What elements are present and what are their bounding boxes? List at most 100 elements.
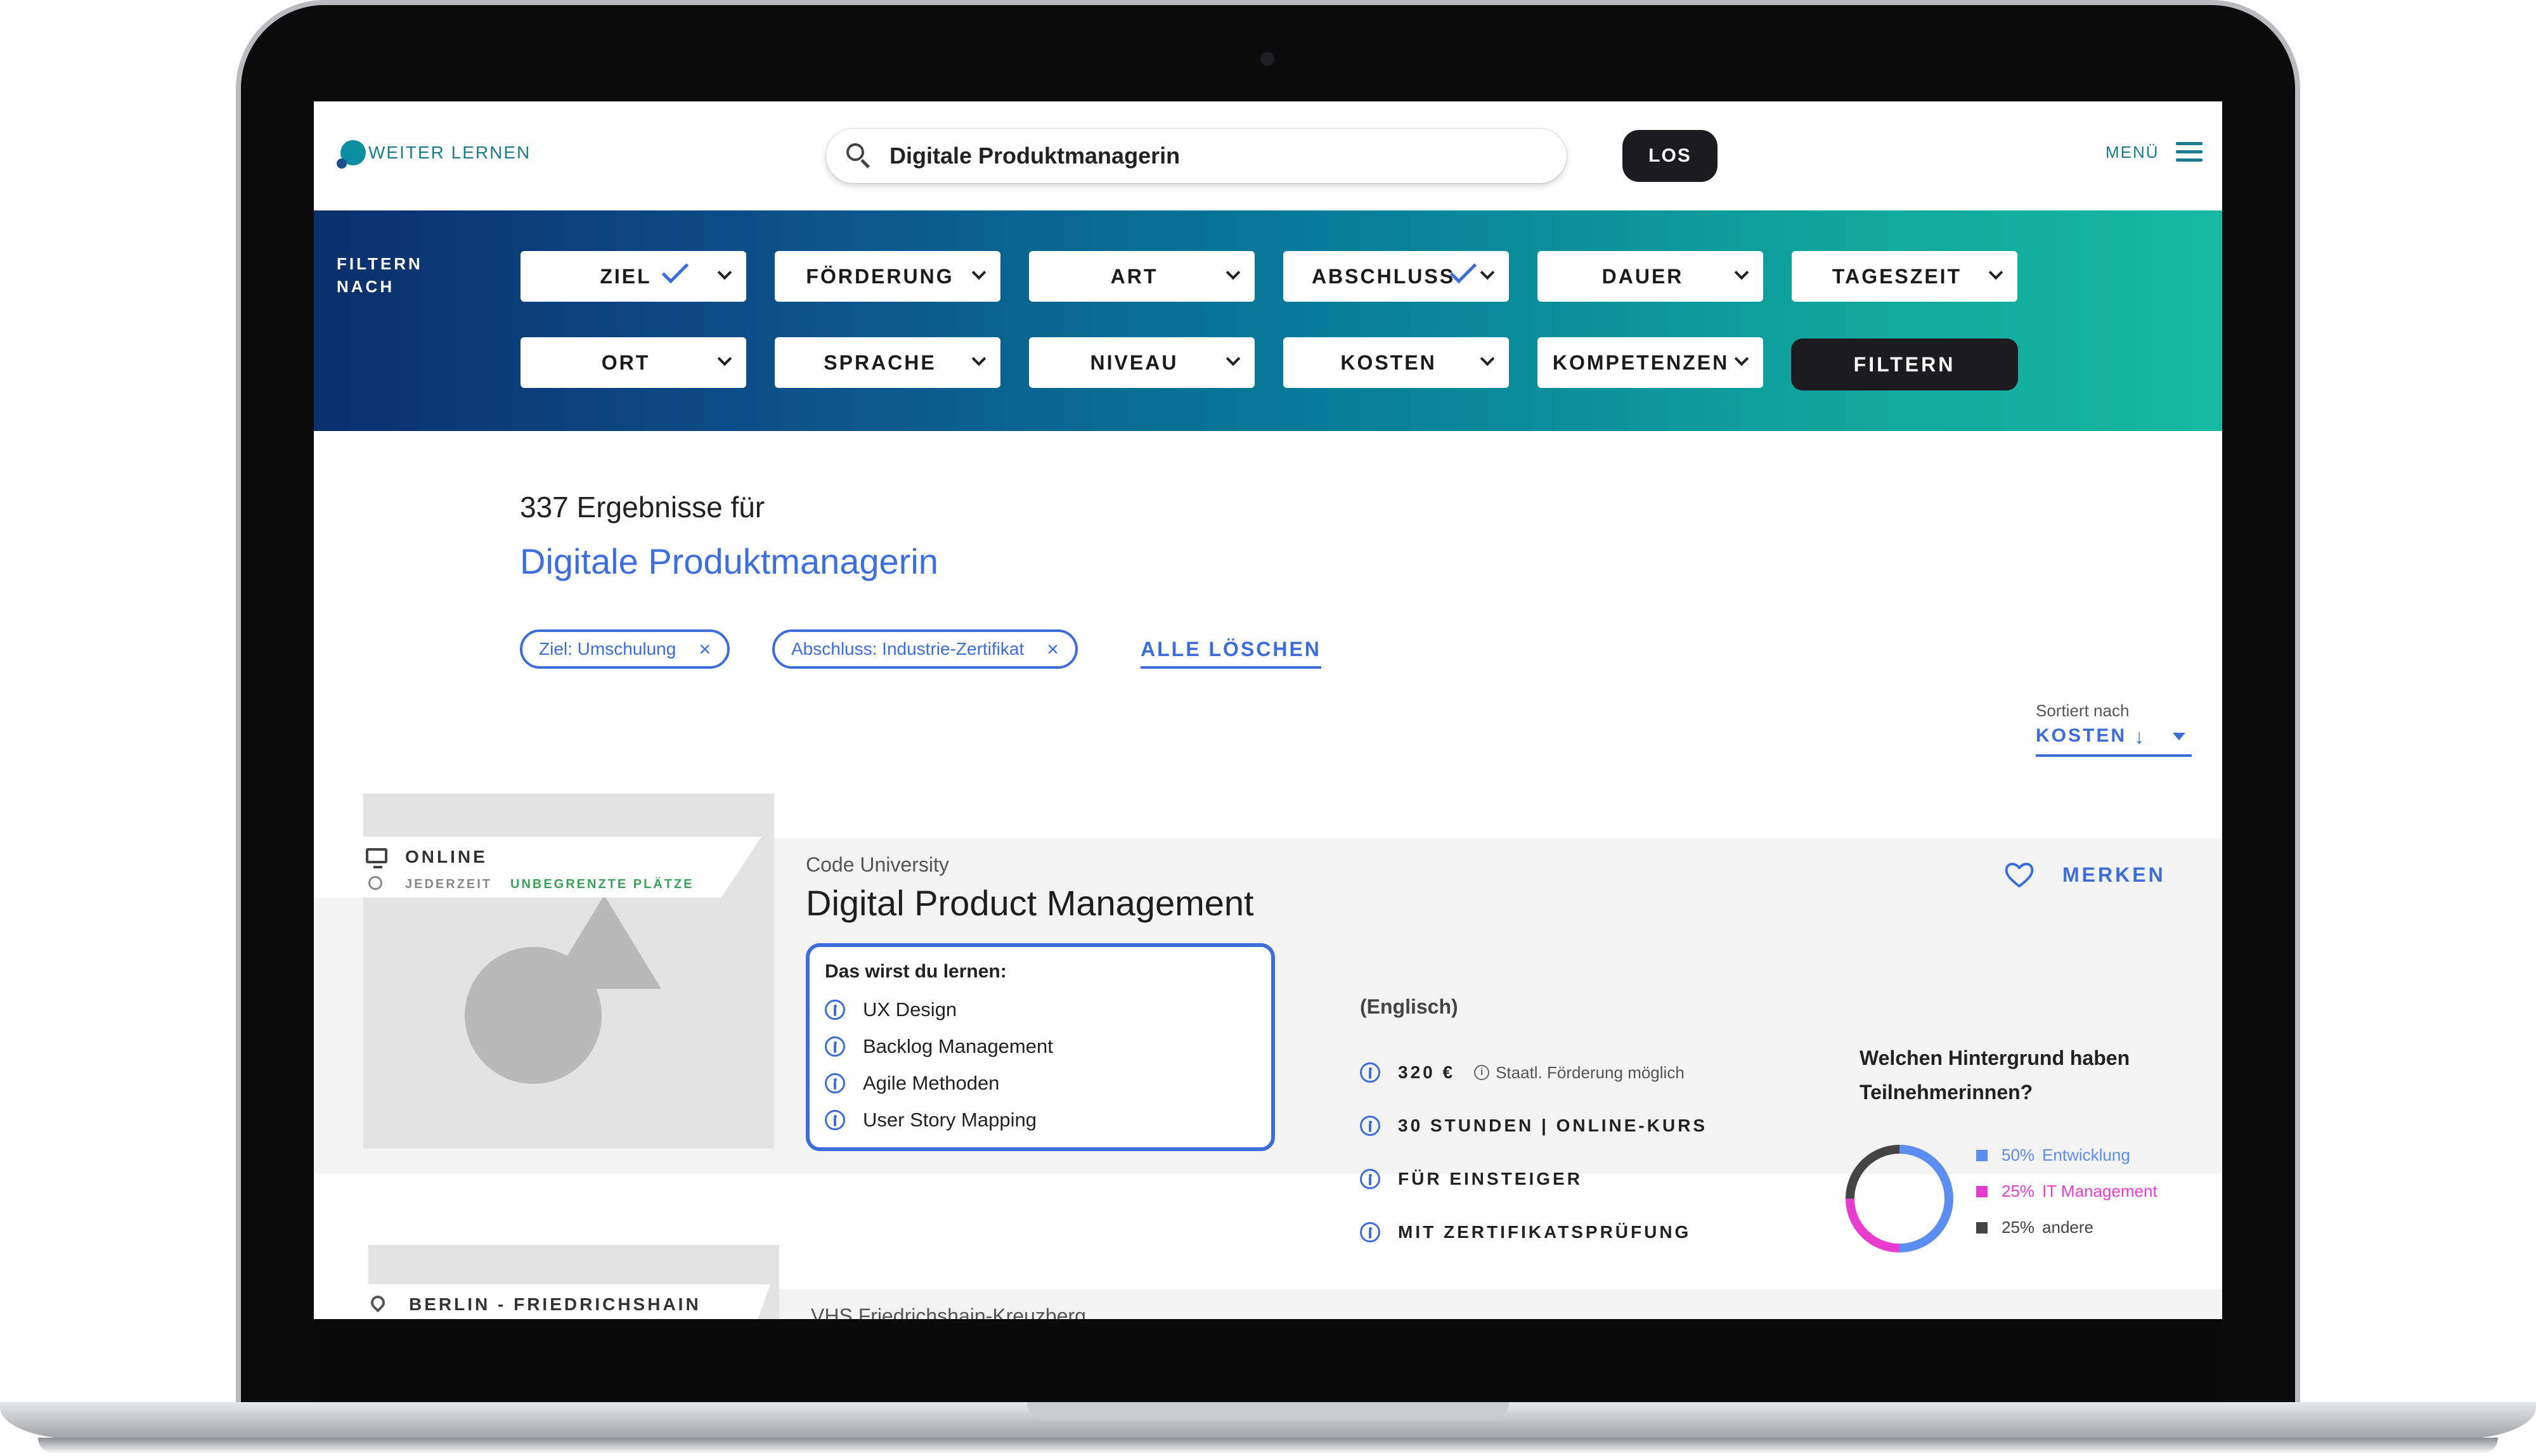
legend-swatch xyxy=(1976,1185,1988,1197)
filter-title: FILTERN NACH xyxy=(337,254,423,296)
location-pin-icon xyxy=(368,1292,388,1313)
fact-level: FÜR EINSTEIGER xyxy=(1360,1152,1707,1206)
list-item: User Story Mapping xyxy=(825,1102,1256,1138)
info-icon xyxy=(1360,1116,1380,1136)
favorite-button[interactable]: MERKEN xyxy=(2004,861,2166,889)
logo-dot-icon xyxy=(337,158,347,169)
results-query: Digitale Produktmanagerin xyxy=(520,541,938,581)
legend-swatch xyxy=(1976,1221,1988,1234)
course-facts: 320 € i Staatl. Förderung möglich 30 STU… xyxy=(1360,1046,1707,1259)
filter-chip[interactable]: Ziel: Umschulung × xyxy=(520,629,730,669)
course-provider: VHS Friedrichshain-Kreuzberg xyxy=(811,1305,1086,1319)
laptop-notch xyxy=(1027,1402,1509,1420)
laptop-shadow xyxy=(38,1438,2498,1454)
badge-title: ONLINE xyxy=(405,847,488,867)
chevron-down-icon xyxy=(1734,351,1749,366)
chevron-down-icon xyxy=(1988,265,2003,280)
camera-icon xyxy=(1260,52,1274,66)
chevron-down-icon xyxy=(1480,351,1495,366)
filter-ziel[interactable]: ZIEL xyxy=(521,251,746,302)
list-item: UX Design xyxy=(825,991,1256,1028)
monitor-icon xyxy=(366,848,387,868)
info-icon xyxy=(825,1000,845,1020)
fact-price: 320 € i Staatl. Förderung möglich xyxy=(1360,1046,1707,1099)
course-language: (Englisch) xyxy=(1360,995,1458,1018)
legend-item: 25% IT Management xyxy=(1976,1173,2158,1209)
background-legend: 50% Entwicklung 25% IT Management 25% an… xyxy=(1976,1137,2158,1246)
results-count: 337 Ergebnisse für xyxy=(520,491,765,524)
hamburger-icon xyxy=(2175,142,2203,162)
filter-ort[interactable]: ORT xyxy=(521,337,746,388)
arrow-down-icon: ↓ xyxy=(2134,725,2145,748)
search-box xyxy=(826,129,1567,183)
learning-outcomes-box: Das wirst du lernen: UX Design Backlog M… xyxy=(806,943,1275,1151)
close-icon[interactable]: × xyxy=(1047,639,1059,659)
clear-all-link[interactable]: ALLE LÖSCHEN xyxy=(1141,638,1321,669)
filter-foerderung[interactable]: FÖRDERUNG xyxy=(775,251,1000,302)
list-item: Backlog Management xyxy=(825,1028,1256,1065)
funding-note: i Staatl. Förderung möglich xyxy=(1474,1063,1685,1083)
search-button[interactable]: LOS xyxy=(1622,130,1718,182)
chevron-down-icon xyxy=(971,351,987,366)
close-icon[interactable]: × xyxy=(699,639,711,659)
info-icon xyxy=(1360,1062,1380,1083)
badge-schedule: JEDERZEIT xyxy=(405,877,493,891)
badge-title: BERLIN - FRIEDRICHSHAIN xyxy=(409,1294,701,1314)
filter-abschluss[interactable]: ABSCHLUSS xyxy=(1283,251,1509,302)
course-title[interactable]: Digital Product Management xyxy=(806,882,1254,924)
chevron-down-icon xyxy=(971,265,987,280)
info-icon xyxy=(825,1073,845,1093)
learning-outcomes-title: Das wirst du lernen: xyxy=(825,961,1007,982)
info-icon xyxy=(825,1036,845,1057)
course-provider: Code University xyxy=(806,853,949,876)
info-circle-icon: i xyxy=(1474,1065,1490,1080)
info-icon xyxy=(825,1110,845,1130)
filter-art[interactable]: ART xyxy=(1029,251,1255,302)
fact-certificate: MIT ZERTIFIKATSPRÜFUNG xyxy=(1360,1206,1707,1259)
legend-item: 50% Entwicklung xyxy=(1976,1137,2158,1173)
chevron-down-icon xyxy=(717,351,732,366)
logo[interactable]: WEITER LERNEN xyxy=(337,137,531,169)
menu-label: MENÜ xyxy=(2106,142,2159,162)
fact-duration: 30 STUNDEN | ONLINE-KURS xyxy=(1360,1099,1707,1152)
chevron-down-icon xyxy=(717,265,732,280)
filter-kosten[interactable]: KOSTEN xyxy=(1283,337,1509,388)
clock-icon xyxy=(368,876,382,890)
laptop-bezel xyxy=(314,1319,2222,1401)
search-input[interactable] xyxy=(890,143,1524,169)
chevron-down-icon xyxy=(1734,265,1749,280)
sort-label: Sortiert nach xyxy=(2036,701,2130,720)
chevron-down-icon xyxy=(1226,351,1241,366)
caret-down-icon xyxy=(2173,733,2185,740)
legend-swatch xyxy=(1976,1149,1988,1161)
info-icon xyxy=(1360,1169,1380,1189)
chevron-down-icon xyxy=(1480,265,1495,280)
filter-bar: FILTERN NACH ZIEL FÖRDERUNG ART ABSCHLUS… xyxy=(314,210,2222,431)
chevron-down-icon xyxy=(1226,265,1241,280)
filter-sprache[interactable]: SPRACHE xyxy=(775,337,1000,388)
menu-button[interactable]: MENÜ xyxy=(2106,142,2203,162)
image-placeholder-icon xyxy=(465,895,661,1084)
info-icon xyxy=(1360,1222,1380,1242)
sort-value: KOSTEN xyxy=(2036,725,2127,746)
apply-filters-button[interactable]: FILTERN xyxy=(1791,338,2018,390)
filter-niveau[interactable]: NIVEAU xyxy=(1029,337,1255,388)
background-question: Welchen Hintergrund haben Teilnehmerinne… xyxy=(1860,1047,2130,1104)
filter-tageszeit[interactable]: TAGESZEIT xyxy=(1792,251,2017,302)
list-item: Agile Methoden xyxy=(825,1065,1256,1102)
course-format-badge: ONLINE JEDERZEIT UNBEGRENZTE PLÄTZE xyxy=(314,837,761,898)
filter-chip[interactable]: Abschluss: Industrie-Zertifikat × xyxy=(772,629,1078,669)
filter-kompetenzen[interactable]: KOMPETENZEN xyxy=(1537,337,1763,388)
filter-dauer[interactable]: DAUER xyxy=(1537,251,1763,302)
header: WEITER LERNEN LOS MENÜ xyxy=(314,101,2222,210)
sort-select[interactable]: KOSTEN ↓ xyxy=(2036,725,2192,757)
background-donut-chart xyxy=(1846,1145,1953,1253)
heart-icon xyxy=(2005,863,2034,887)
course-location-badge: BERLIN - FRIEDRICHSHAIN xyxy=(314,1284,770,1319)
screen: WEITER LERNEN LOS MENÜ FILTERN NACH ZIEL xyxy=(314,101,2222,1319)
badge-places: UNBEGRENZTE PLÄTZE xyxy=(510,877,694,891)
check-icon xyxy=(661,256,689,284)
logo-text: WEITER LERNEN xyxy=(368,143,531,162)
legend-item: 25% andere xyxy=(1976,1209,2158,1246)
search-icon xyxy=(846,143,872,169)
